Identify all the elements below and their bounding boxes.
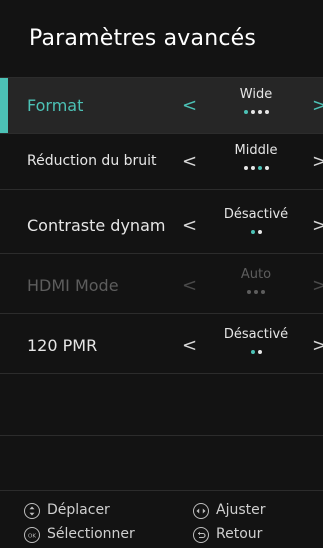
chevron-right-icon[interactable]: > <box>312 198 323 253</box>
chevron-right-icon[interactable]: > <box>312 134 323 189</box>
ok-icon: OK <box>24 527 40 543</box>
setting-label: Contraste dynam <box>27 216 166 235</box>
svg-text:OK: OK <box>28 533 36 539</box>
hint-adjust: Ajuster <box>216 502 266 518</box>
option-dot <box>264 166 269 170</box>
option-dot <box>257 230 262 234</box>
option-dots <box>198 290 314 294</box>
option-dot <box>257 110 262 114</box>
option-dot <box>250 230 255 234</box>
left-right-arrows-icon <box>193 503 209 519</box>
hint-back: Retour <box>216 526 263 542</box>
divider <box>0 373 323 374</box>
setting-value: Désactivé <box>223 327 289 342</box>
setting-row-hdmi-mode: HDMI Mode < Auto > <box>0 258 323 313</box>
option-dot <box>254 290 258 294</box>
divider <box>0 189 323 190</box>
return-arrow-icon <box>193 527 209 543</box>
setting-value: Wide <box>239 87 273 102</box>
divider <box>0 490 323 491</box>
option-dot <box>250 350 255 354</box>
option-dots <box>198 110 314 114</box>
option-dot <box>257 166 262 170</box>
option-dots <box>198 230 314 234</box>
chevron-left-icon[interactable]: < <box>182 78 197 133</box>
option-dot <box>257 350 262 354</box>
option-dots <box>198 166 314 170</box>
option-dot <box>247 290 251 294</box>
setting-label: 120 PMR <box>27 336 98 355</box>
option-dot <box>250 166 255 170</box>
hint-select: Sélectionner <box>47 526 135 542</box>
option-dot <box>264 110 269 114</box>
chevron-left-icon[interactable]: < <box>182 318 197 373</box>
setting-label: Réduction du bruit <box>27 153 157 169</box>
option-dots <box>198 350 314 354</box>
chevron-left-icon: < <box>182 275 198 296</box>
setting-row-120-pmr[interactable]: 120 PMR < Désactivé > <box>0 318 323 373</box>
option-dot <box>261 290 265 294</box>
setting-row-format[interactable]: Format < Wide > <box>0 78 323 133</box>
chevron-right-icon: > <box>312 275 323 296</box>
setting-row-noise-reduction[interactable]: Réduction du bruit < Middle > <box>0 134 323 189</box>
chevron-left-icon[interactable]: < <box>182 198 197 253</box>
setting-label: HDMI Mode <box>27 276 119 295</box>
chevron-right-icon[interactable]: > <box>312 78 323 133</box>
setting-value: Middle <box>234 143 278 158</box>
setting-label: Format <box>27 96 84 115</box>
setting-value: Auto <box>240 267 272 282</box>
focus-indicator <box>0 78 8 133</box>
divider <box>0 253 323 254</box>
setting-value: Désactivé <box>223 207 289 222</box>
chevron-right-icon[interactable]: > <box>312 318 323 373</box>
page-title: Paramètres avancés <box>29 26 257 51</box>
option-dot <box>243 110 248 114</box>
setting-row-dynamic-contrast[interactable]: Contraste dynam < Désactivé > <box>0 198 323 253</box>
chevron-left-icon[interactable]: < <box>182 134 197 189</box>
option-dot <box>250 110 255 114</box>
up-down-arrows-icon <box>24 503 40 519</box>
divider <box>0 313 323 314</box>
divider <box>0 435 323 436</box>
hint-move: Déplacer <box>47 502 110 518</box>
option-dot <box>243 166 248 170</box>
